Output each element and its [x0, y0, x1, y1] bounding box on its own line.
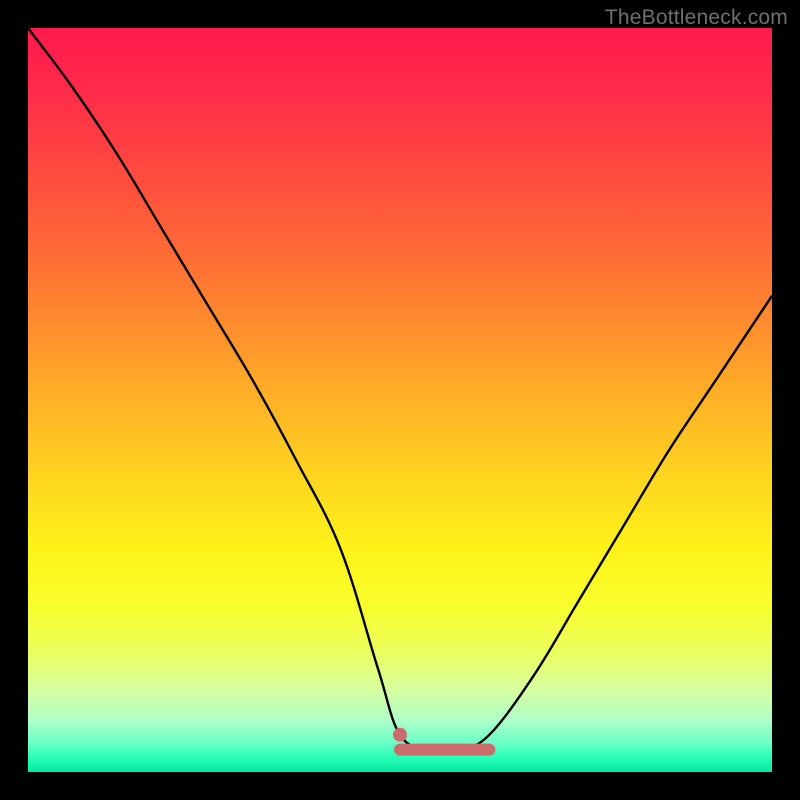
plot-area: [28, 28, 772, 772]
chart-svg: [28, 28, 772, 772]
watermark-text: TheBottleneck.com: [605, 6, 788, 30]
optimal-start-dot: [393, 728, 407, 742]
chart-frame: TheBottleneck.com: [0, 0, 800, 800]
bottleneck-curve: [28, 28, 772, 752]
